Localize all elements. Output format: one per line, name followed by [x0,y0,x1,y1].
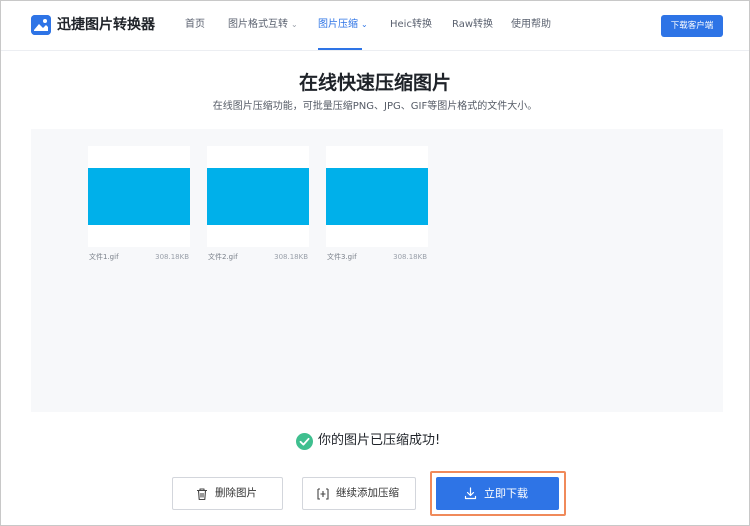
delete-images-label: 删除图片 [215,487,257,499]
active-nav-indicator [318,48,362,50]
download-client-button[interactable]: 下载客户端 [661,15,723,37]
file-size: 308.18KB [393,253,427,261]
nav-image-compress-label: 图片压缩 [318,19,358,30]
nav-format-convert[interactable]: 图片格式互转 ⌄ [228,18,298,32]
thumbnail-preview [326,168,428,225]
file-name: 文件1.gif [89,253,119,261]
nav-home[interactable]: 首页 [185,18,205,32]
delete-images-button[interactable]: 删除图片 [172,477,283,510]
page-title: 在线快速压缩图片 [298,72,451,94]
image-thumbnail[interactable] [88,146,190,247]
nav-image-compress[interactable]: 图片压缩 ⌄ [318,18,368,32]
chevron-down-icon: ⌄ [291,20,298,29]
download-icon [464,487,477,500]
thumbnail-preview [88,168,190,225]
download-now-label: 立即下载 [484,487,528,500]
nav-home-label: 首页 [185,19,205,30]
nav-heic-convert[interactable]: Heic转换 [390,18,432,32]
brand-name[interactable]: 迅捷图片转换器 [57,15,155,35]
image-thumbnail[interactable] [326,146,428,247]
page-subtitle: 在线图片压缩功能，可批量压缩PNG、JPG、GIF等图片格式的文件大小。 [212,101,538,112]
image-workspace [31,129,723,412]
nav-format-convert-label: 图片格式互转 [228,19,288,30]
image-thumbnail[interactable] [207,146,309,247]
app-logo-icon[interactable] [31,15,51,35]
file-size: 308.18KB [274,253,308,261]
thumbnail-preview [207,168,309,225]
nav-raw-convert[interactable]: Raw转换 [452,18,493,32]
file-name: 文件2.gif [208,253,238,261]
continue-add-label: 继续添加压缩 [336,487,399,499]
nav-help-label: 使用帮助 [511,19,551,30]
file-name: 文件3.gif [327,253,357,261]
check-circle-icon [296,433,313,450]
success-message: 你的图片已压缩成功! [318,433,441,448]
add-file-icon [317,488,329,500]
download-now-button[interactable]: 立即下载 [436,477,559,510]
chevron-down-icon: ⌄ [361,20,368,29]
top-navbar: 迅捷图片转换器 首页 图片格式互转 ⌄ 图片压缩 ⌄ Heic转换 Raw转换 使用… [1,1,749,51]
nav-help[interactable]: 使用帮助 [511,18,551,32]
trash-icon [197,488,207,501]
nav-raw-convert-label: Raw转换 [452,19,494,30]
file-size: 308.18KB [155,253,189,261]
nav-heic-convert-label: Heic转换 [390,19,432,30]
continue-add-button[interactable]: 继续添加压缩 [302,477,416,510]
